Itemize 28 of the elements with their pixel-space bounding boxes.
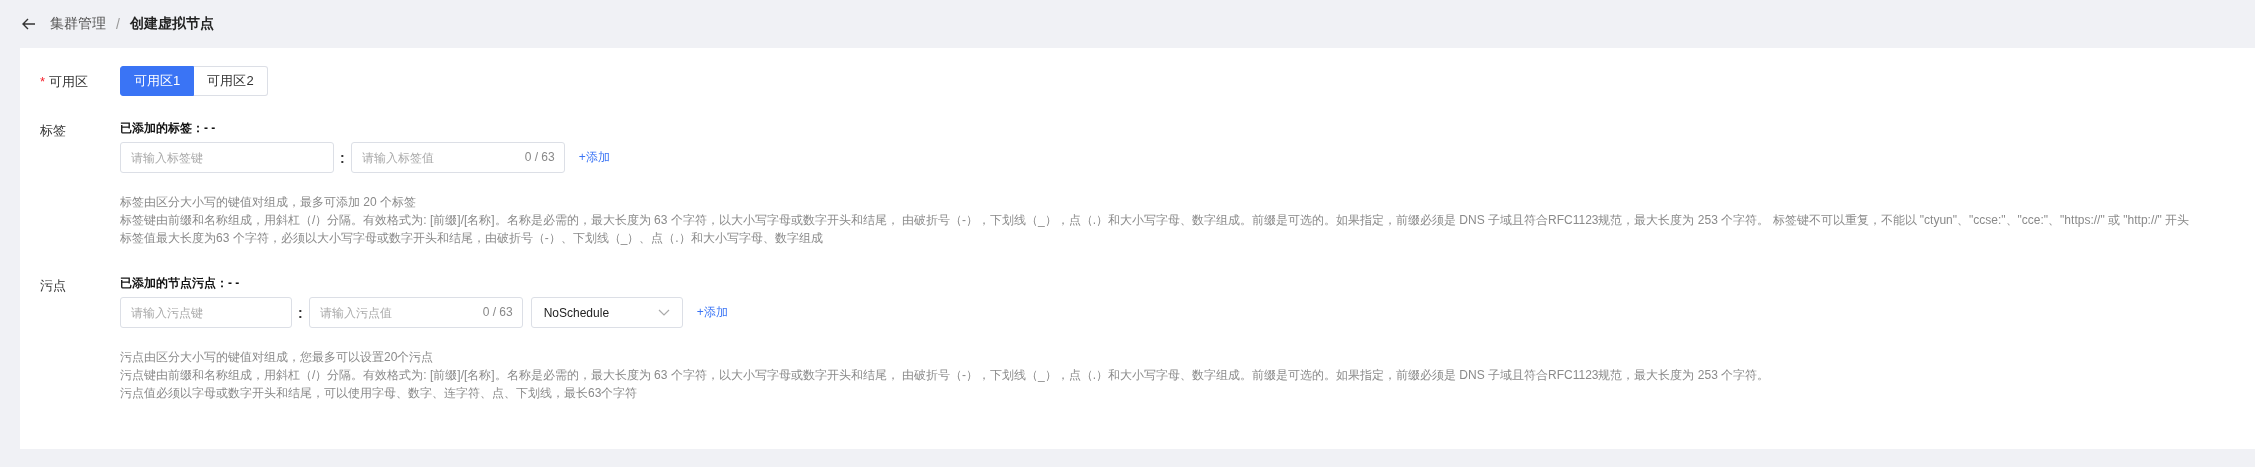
colon-separator: : bbox=[340, 149, 345, 166]
hint-text: 标签由区分大小写的键值对组成，最多可添加 20 个标签 bbox=[120, 194, 417, 211]
hint-text: 标签值最大长度为63 个字符，必须以大小写字母或数字开头和结尾，由破折号（-）、下划线（_）、点（.）和大小写字母、数字组成 bbox=[120, 230, 824, 247]
back-arrow-icon[interactable] bbox=[22, 18, 36, 30]
hint-text: 标签键由前缀和名称组成，用斜杠（/）分隔。有效格式为: [前缀]/[名称]。名称是必需的，最大长度为 63 个字符，以大小写字母或数字开头和结尾， 由破折号（-），下划线（_），点（.）和大小写字母、数字组成。前缀是可选的。如果指定，前缀必须是 DNS 子域且符合RFC1123规范，最大长度为 253 个字符。 标签键不可以重复，不能以 "ctyun"、"ccse:"、"cce:"、"https://" 或 "http://" 开头 bbox=[120, 212, 2191, 229]
added-items-text: 已添加的标签：- - bbox=[120, 120, 217, 136]
breadcrumb-item: 创建虚拟节点 bbox=[129, 15, 214, 33]
character-counter: 0 / 63 bbox=[482, 305, 513, 319]
effect-dropdown[interactable]: NoSchedule bbox=[530, 297, 683, 328]
hint-text: 污点由区分大小写的键值对组成，您最多可以设置20个污点 bbox=[120, 349, 435, 366]
required-asterisk: * bbox=[40, 74, 46, 89]
zone-option-button[interactable]: 可用区2 bbox=[194, 66, 268, 96]
field-label: 标签 bbox=[40, 123, 66, 138]
character-counter: 0 / 63 bbox=[524, 150, 555, 164]
zone-option-button[interactable]: 可用区1 bbox=[120, 66, 194, 96]
breadcrumb-item[interactable]: 集群管理 bbox=[50, 15, 106, 33]
field-label: 污点 bbox=[40, 278, 66, 293]
colon-separator: : bbox=[298, 304, 303, 321]
add-link[interactable]: +添加 bbox=[578, 149, 610, 166]
hint-text: 污点值必须以字母或数字开头和结尾，可以使用字母、数字、连字符、点、下划线，最长63个字符 bbox=[120, 385, 639, 402]
add-link[interactable]: +添加 bbox=[696, 304, 728, 321]
added-items-text: 已添加的节点污点：- - bbox=[120, 275, 241, 291]
key-input-field[interactable]: 请输入标签键 bbox=[120, 142, 334, 173]
zone-label: 可用区 bbox=[49, 74, 89, 89]
key-input-field[interactable]: 请输入污点键 bbox=[120, 297, 292, 328]
chevron-down-icon bbox=[657, 309, 670, 316]
hint-text: 污点键由前缀和名称组成，用斜杠（/）分隔。有效格式为: [前缀]/[名称]。名称是必需的，最大长度为 63 个字符，以大小写字母或数字开头和结尾， 由破折号（-），下划线（_），点（.）和大小写字母、数字组成。前缀是可选的。如果指定，前缀必须是 DNS 子域且符合RFC1123规范，最大长度为 253 个字符。 bbox=[120, 367, 1771, 384]
breadcrumb-separator: / bbox=[116, 16, 120, 32]
